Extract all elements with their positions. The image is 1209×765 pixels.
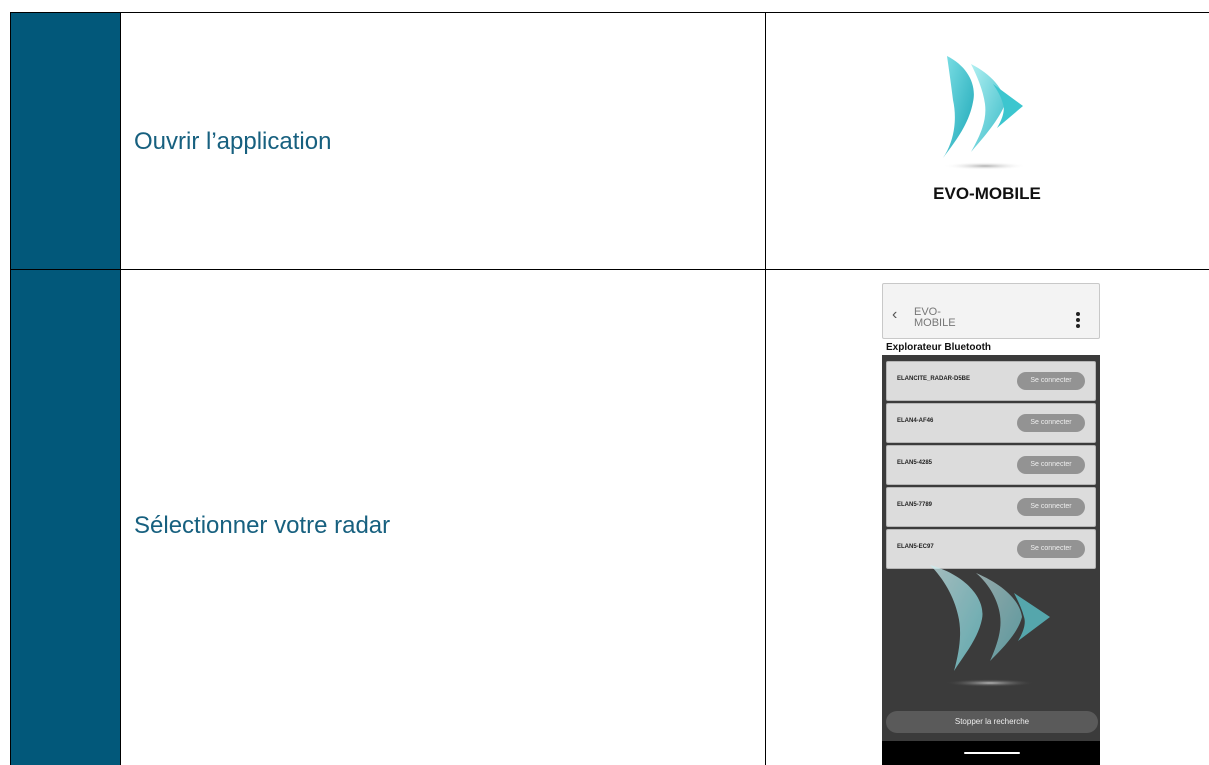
app-title: EVO- MOBILE xyxy=(914,306,956,329)
app-bar: ‹ EVO- MOBILE xyxy=(882,283,1100,339)
side-stripe xyxy=(10,12,120,765)
table-border-middle xyxy=(10,269,1209,270)
step-open-app-label: Ouvrir l’application xyxy=(134,128,332,155)
connect-button[interactable]: Se connecter xyxy=(1017,414,1085,432)
more-options-icon[interactable] xyxy=(1076,312,1082,330)
device-row: ELAN4-AF46 Se connecter xyxy=(886,403,1096,443)
device-name: ELAN5-4285 xyxy=(897,460,933,466)
logo-caption: EVO-MOBILE xyxy=(933,184,1041,203)
loading-logo-watermark-icon xyxy=(930,565,1050,687)
table-border-stripe xyxy=(120,12,121,765)
device-list-screen: ELANCITE_RADAR-D5BE Se connecter ELAN4-A… xyxy=(882,355,1100,741)
connect-button[interactable]: Se connecter xyxy=(1017,498,1085,516)
device-name: ELANCITE_RADAR-D5BE xyxy=(897,376,971,382)
instruction-table: Ouvrir l’application EVO-MOBILE Sélectio… xyxy=(0,0,1209,765)
screen-subtitle: Explorateur Bluetooth xyxy=(886,342,992,353)
connect-button[interactable]: Se connecter xyxy=(1017,456,1085,474)
evo-mobile-logo-icon xyxy=(943,56,1027,170)
android-nav-bar xyxy=(882,741,1100,765)
device-row: ELANCITE_RADAR-D5BE Se connecter xyxy=(886,361,1096,401)
device-name: ELAN5-7789 xyxy=(897,502,933,508)
device-name: ELAN5-EC97 xyxy=(897,544,934,550)
device-row: ELAN5-7789 Se connecter xyxy=(886,487,1096,527)
device-name: ELAN4-AF46 xyxy=(897,418,934,424)
back-chevron-icon[interactable]: ‹ xyxy=(892,306,897,324)
home-handle[interactable] xyxy=(964,752,1020,754)
device-list: ELANCITE_RADAR-D5BE Se connecter ELAN4-A… xyxy=(882,361,1100,571)
step-select-radar-label: Sélectionner votre radar xyxy=(134,512,391,539)
phone-screenshot: ‹ EVO- MOBILE Explorateur Bluetooth ELAN… xyxy=(882,283,1100,765)
logo-cell: EVO-MOBILE xyxy=(765,12,1209,269)
device-row: ELAN5-4285 Se connecter xyxy=(886,445,1096,485)
stop-search-button[interactable]: Stopper la recherche xyxy=(886,711,1098,733)
connect-button[interactable]: Se connecter xyxy=(1017,372,1085,390)
table-border-left xyxy=(10,12,11,765)
